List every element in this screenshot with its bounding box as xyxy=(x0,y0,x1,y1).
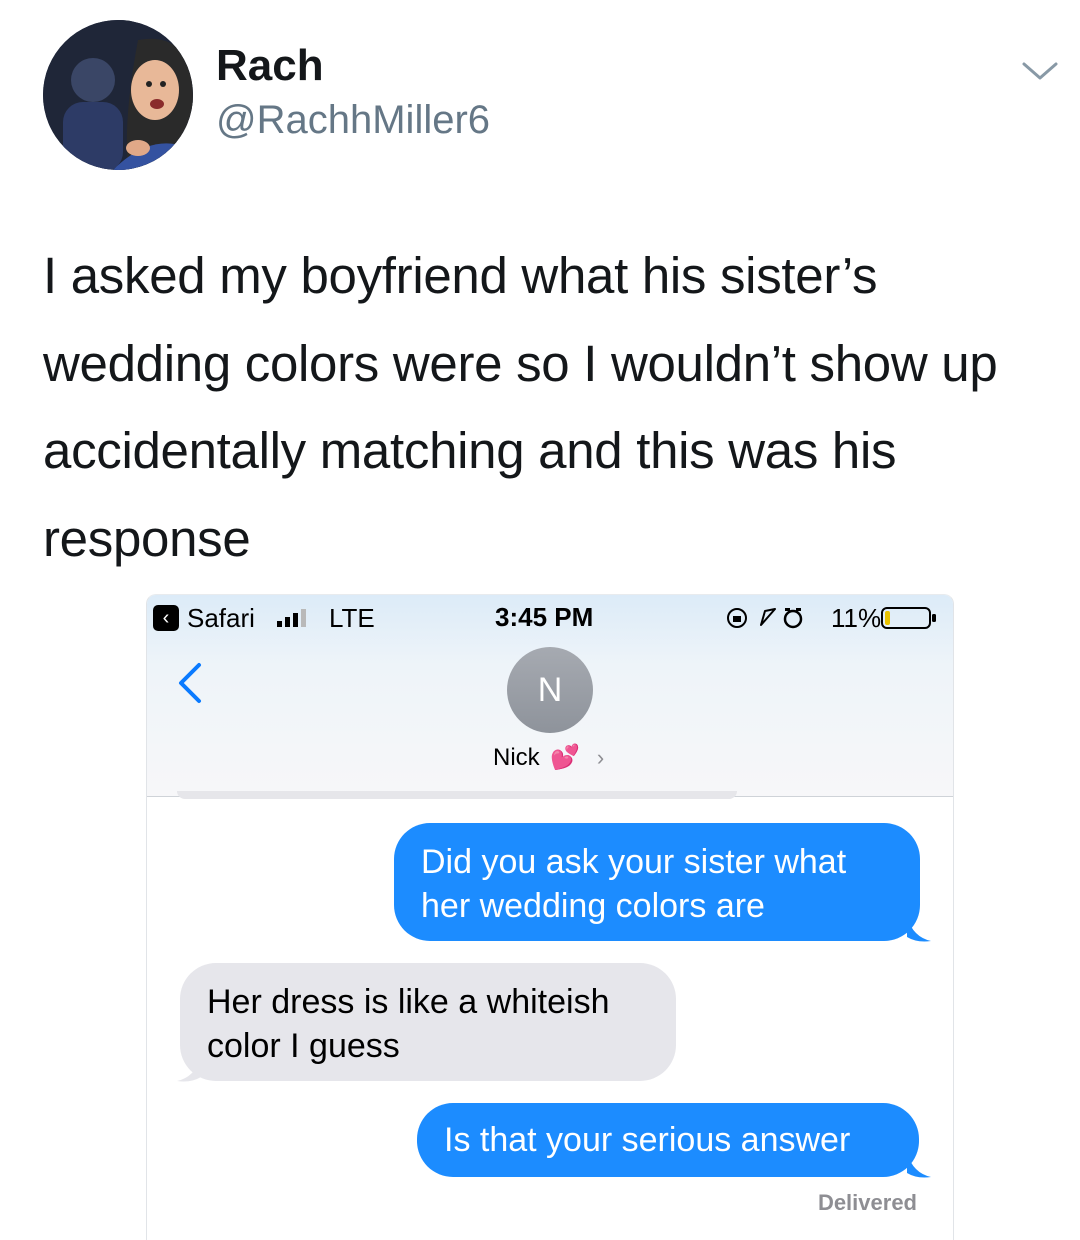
bubble-tail xyxy=(907,917,931,942)
previous-message-edge xyxy=(177,791,737,799)
network-type: LTE xyxy=(329,603,375,633)
bubble-tail xyxy=(907,1153,931,1178)
contact-name-button[interactable]: Nick 💕 › xyxy=(493,743,604,773)
status-icons xyxy=(727,608,803,629)
delivery-status: Delivered xyxy=(817,1190,917,1215)
user-handle[interactable]: @RachhMiller6 xyxy=(216,96,490,144)
contact-name: Nick xyxy=(493,744,540,771)
back-to-app-icon: ‹ xyxy=(153,605,179,631)
profile-photo xyxy=(43,20,193,170)
tweet-text: I asked my boyfriend what his sister’s w… xyxy=(43,247,998,567)
status-time: 3:45 PM xyxy=(495,602,594,632)
two-hearts-emoji: 💕 xyxy=(550,744,581,771)
message-text: Is that your serious answer xyxy=(444,1121,851,1159)
profile-avatar[interactable] xyxy=(43,20,193,170)
message-text: Did you ask your sister what her wedding… xyxy=(421,843,847,925)
battery-percent: 11% xyxy=(831,603,882,633)
outgoing-message-bubble[interactable]: Did you ask your sister what her wedding… xyxy=(394,823,920,941)
status-bar: ‹ Safari LTE 3:45 PM 11% xyxy=(147,595,953,641)
tweet-card: Rach @RachhMiller6 I asked my boyfriend … xyxy=(0,0,1080,1240)
signal-bars-icon xyxy=(277,609,306,627)
incoming-message-bubble[interactable]: Her dress is like a whiteish color I gue… xyxy=(180,963,676,1081)
chevron-right-icon: › xyxy=(596,745,605,770)
chevron-down-icon[interactable] xyxy=(1020,56,1060,86)
location-arrow-icon xyxy=(760,608,776,626)
embedded-screenshot: ‹ Safari LTE 3:45 PM 11% N Nick 💕 › Did … xyxy=(146,594,954,1240)
bubble-tail xyxy=(177,1057,201,1082)
outgoing-message-bubble[interactable]: Is that your serious answer xyxy=(417,1103,919,1177)
messages-header: ‹ Safari LTE 3:45 PM 11% N Nick 💕 › xyxy=(147,595,953,797)
message-text: Her dress is like a whiteish color I gue… xyxy=(207,983,610,1065)
alarm-icon xyxy=(783,608,803,629)
contact-avatar[interactable]: N xyxy=(507,647,593,733)
back-chevron-icon[interactable] xyxy=(175,661,205,705)
display-name[interactable]: Rach xyxy=(216,40,324,92)
orientation-lock-icon xyxy=(727,608,747,628)
battery-icon xyxy=(881,607,936,629)
back-app-label: Safari xyxy=(187,603,255,633)
